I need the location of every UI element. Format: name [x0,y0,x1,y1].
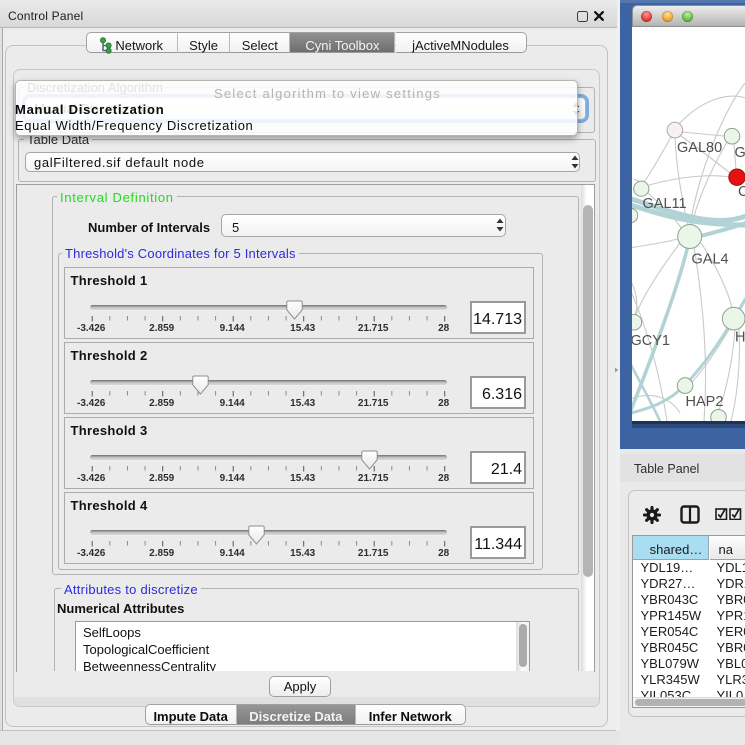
svg-text:HAP2: HAP2 [686,394,724,410]
svg-text:C: C [738,184,745,200]
svg-text:H: H [735,329,745,345]
svg-text:GCY1: GCY1 [632,333,670,349]
svg-text:GAL80: GAL80 [677,140,722,156]
svg-text:GA: GA [735,145,745,161]
svg-text:GAL11: GAL11 [643,196,687,212]
svg-text:GAL4: GAL4 [692,251,729,267]
